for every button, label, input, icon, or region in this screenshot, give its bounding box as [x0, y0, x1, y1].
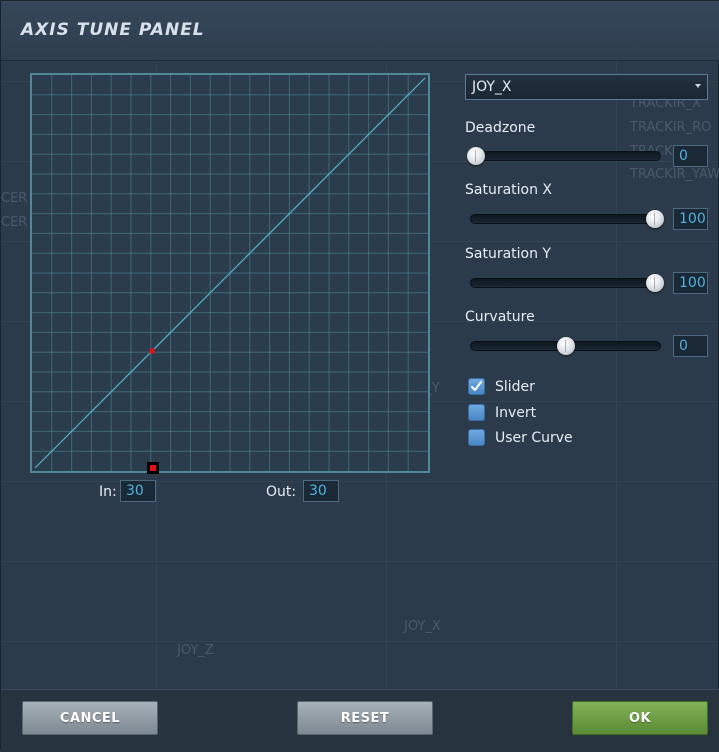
- background-label: JOY_Z: [177, 643, 214, 658]
- background-label: CER: [1, 191, 28, 206]
- out-label: Out:: [266, 484, 297, 500]
- deadzone-value-field[interactable]: 0: [673, 145, 708, 167]
- saturation-x-slider-knob[interactable]: [646, 210, 664, 228]
- deadzone-slider-knob[interactable]: [467, 147, 485, 165]
- current-point-marker: [149, 348, 155, 354]
- curvature-label: Curvature: [465, 309, 535, 325]
- ok-button[interactable]: OK: [572, 701, 708, 735]
- curve-canvas: [32, 75, 428, 471]
- background-label: TRACKIR_RO: [630, 120, 712, 135]
- invert-option-label: Invert: [495, 405, 537, 421]
- slider-checkbox[interactable]: [468, 378, 485, 395]
- background-label: JOY_X: [404, 619, 441, 634]
- title-bar: AXIS TUNE PANEL: [1, 1, 719, 61]
- cancel-button[interactable]: CANCEL: [22, 701, 158, 735]
- axis-select-dropdown[interactable]: JOY_X: [465, 74, 708, 100]
- in-label: In:: [99, 484, 117, 500]
- slider-option-label: Slider: [495, 379, 535, 395]
- curvature-value-field[interactable]: 0: [673, 335, 708, 357]
- curvature-slider-knob[interactable]: [556, 337, 575, 355]
- background-label: TRACKIR_YAW: [630, 167, 719, 182]
- deadzone-slider[interactable]: [470, 151, 661, 161]
- input-position-marker: [147, 462, 159, 474]
- in-value-field[interactable]: 30: [120, 480, 156, 502]
- invert-checkbox[interactable]: [468, 404, 485, 421]
- saturation-x-value-field[interactable]: 100: [673, 208, 708, 230]
- axis-tune-panel: TRACKIR_X TRACKIR_RO TRACK TRACKIR_YAW J…: [0, 0, 719, 752]
- background-label: CER: [1, 215, 28, 230]
- checkmark-icon: [471, 381, 482, 391]
- axis-select-value: JOY_X: [472, 79, 512, 95]
- saturation-y-slider[interactable]: [470, 278, 661, 288]
- deadzone-label: Deadzone: [465, 120, 536, 136]
- reset-button[interactable]: RESET: [297, 701, 433, 735]
- out-value-field[interactable]: 30: [303, 480, 339, 502]
- user-curve-checkbox[interactable]: [468, 429, 485, 446]
- saturation-x-slider[interactable]: [470, 214, 661, 224]
- chevron-down-icon: [695, 84, 701, 88]
- saturation-y-value-field[interactable]: 100: [673, 272, 708, 294]
- response-curve-graph[interactable]: [30, 73, 430, 473]
- saturation-x-label: Saturation X: [465, 182, 553, 198]
- panel-title: AXIS TUNE PANEL: [21, 20, 205, 40]
- saturation-y-slider-knob[interactable]: [646, 274, 664, 292]
- user-curve-option-label: User Curve: [495, 430, 573, 446]
- saturation-y-label: Saturation Y: [465, 246, 551, 262]
